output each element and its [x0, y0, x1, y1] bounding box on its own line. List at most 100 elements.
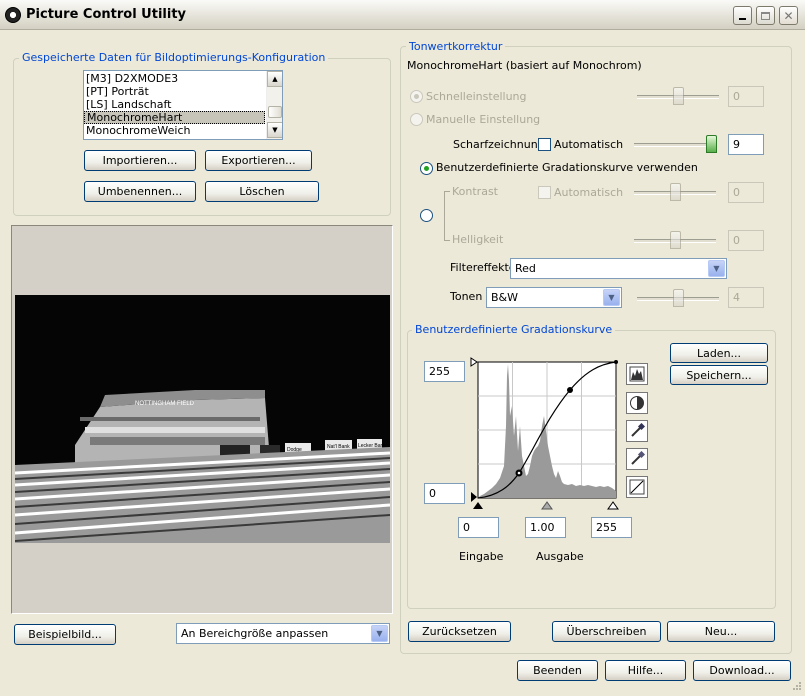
minimize-icon	[739, 18, 746, 20]
rename-button[interactable]: Umbenennen...	[84, 181, 196, 202]
contrast-brightness-radio[interactable]	[420, 209, 433, 222]
input-label: Eingabe	[459, 550, 504, 563]
scroll-down-icon[interactable]: ▼	[267, 122, 282, 138]
sharpen-slider-thumb[interactable]	[706, 135, 717, 153]
sharpen-auto-label: Automatisch	[554, 138, 624, 151]
input-min-field[interactable]: 0	[458, 517, 499, 538]
contrast-value-field[interactable]: 0	[728, 182, 764, 203]
contrast-auto-label: Automatisch	[554, 186, 624, 199]
download-button[interactable]: Download...	[693, 660, 791, 681]
output-max-marker[interactable]	[470, 357, 478, 367]
white-point-picker-button[interactable]	[626, 448, 648, 470]
list-item[interactable]: [M3] D2XMODE3	[84, 72, 265, 85]
toning-select-value: B&W	[491, 291, 519, 304]
filter-select-value: Red	[515, 262, 536, 275]
sample-image-button[interactable]: Beispielbild...	[14, 624, 116, 645]
quick-adjust-radio[interactable]	[410, 90, 423, 103]
filter-select[interactable]: Red ▼	[510, 258, 727, 279]
brightness-value-field[interactable]: 0	[728, 230, 764, 251]
manual-adjust-radio[interactable]	[410, 113, 423, 126]
maximize-button[interactable]	[756, 6, 775, 25]
quick-slider-thumb[interactable]	[673, 87, 684, 105]
app-icon	[5, 7, 21, 23]
overwrite-button[interactable]: Überschreiben	[552, 621, 661, 642]
gamma-marker[interactable]	[541, 501, 553, 510]
saved-settings-title: Gespeicherte Daten für Bildoptimierungs-…	[19, 51, 329, 64]
curve-point-2[interactable]	[567, 387, 573, 393]
brightness-slider-thumb[interactable]	[670, 231, 681, 249]
list-item[interactable]: [PT] Porträt	[84, 85, 265, 98]
maximize-icon	[761, 11, 770, 20]
input-min-marker[interactable]	[473, 502, 483, 509]
contrast-tool-button[interactable]	[626, 392, 648, 414]
sharpen-value-field[interactable]: 9	[728, 134, 764, 155]
sharpen-label: Scharfzeichnung	[453, 138, 545, 151]
input-max-field[interactable]: 255	[591, 517, 632, 538]
preview-area: NOTTINGHAM FIELD Dodge Nat'l Bank Lecker…	[11, 225, 393, 614]
gamma-field[interactable]: 1.00	[525, 517, 566, 538]
list-item[interactable]: [LS] Landschaft	[84, 98, 265, 111]
contrast-auto-checkbox[interactable]	[538, 186, 551, 199]
saved-settings-list[interactable]: [M3] D2XMODE3 [PT] Porträt [LS] Landschaft…	[83, 70, 283, 140]
list-item[interactable]: MonochromeWeich	[84, 124, 265, 137]
chevron-down-icon[interactable]: ▼	[371, 625, 388, 642]
contrast-label: Kontrast	[452, 185, 498, 198]
tone-curve-graph[interactable]	[468, 356, 623, 512]
curve-group-title: Benutzerdefinierte Gradationskurve	[412, 323, 616, 336]
help-button[interactable]: Hilfe...	[605, 660, 686, 681]
import-button[interactable]: Importieren...	[84, 150, 196, 171]
manual-adjust-label: Manuelle Einstellung	[426, 113, 541, 126]
quick-value-field[interactable]: 0	[728, 86, 764, 107]
delete-button[interactable]: Löschen	[205, 181, 319, 202]
base-profile-text: MonochromeHart (basiert auf Monochrom)	[407, 59, 642, 72]
black-point-picker-button[interactable]	[626, 420, 648, 442]
list-item[interactable]: MonochromeHart	[84, 111, 265, 124]
sharpen-slider-track[interactable]	[634, 143, 716, 147]
curve-point-end[interactable]	[614, 360, 618, 364]
chevron-down-icon[interactable]: ▼	[603, 289, 620, 306]
eyedropper-icon	[631, 423, 645, 437]
toning-slider-thumb[interactable]	[673, 289, 684, 307]
export-button[interactable]: Exportieren...	[205, 150, 312, 171]
contrast-icon	[630, 396, 644, 410]
resize-grip-icon[interactable]	[790, 681, 802, 693]
toning-value-field[interactable]: 4	[728, 287, 764, 308]
scroll-thumb[interactable]	[268, 106, 282, 118]
close-button[interactable]: ✕	[779, 6, 798, 25]
chevron-down-icon[interactable]: ▼	[708, 260, 725, 277]
list-scrollbar[interactable]: ▲ ▼	[266, 71, 282, 139]
fit-select-value: An Bereichgröße anpassen	[181, 627, 329, 640]
input-max-marker[interactable]	[607, 501, 619, 510]
quick-adjust-label: Schnelleinstellung	[426, 90, 527, 103]
title-bar: Picture Control Utility ✕	[0, 0, 805, 30]
bracket	[444, 191, 450, 241]
linear-curve-icon	[629, 479, 645, 495]
minimize-button[interactable]	[733, 6, 752, 25]
sharpen-auto-checkbox[interactable]	[538, 138, 551, 151]
quit-button[interactable]: Beenden	[517, 660, 598, 681]
reset-curve-button[interactable]	[626, 476, 648, 498]
window-title: Picture Control Utility	[26, 7, 187, 22]
filter-label: Filtereffekte	[450, 261, 516, 274]
toning-label: Tonen	[450, 290, 483, 303]
save-curve-button[interactable]: Speichern...	[670, 365, 768, 385]
output-min-field[interactable]: 0	[424, 483, 465, 504]
close-icon: ✕	[783, 8, 794, 23]
stadium-sign: NOTTINGHAM FIELD	[135, 401, 195, 407]
custom-curve-radio[interactable]	[420, 162, 433, 175]
histogram-toggle-button[interactable]	[626, 363, 648, 385]
load-curve-button[interactable]: Laden...	[670, 343, 768, 363]
preview-image: NOTTINGHAM FIELD Dodge Nat'l Bank Lecker…	[15, 295, 390, 543]
new-button[interactable]: Neu...	[667, 621, 775, 642]
contrast-slider-thumb[interactable]	[670, 183, 681, 201]
custom-curve-label: Benutzerdefinierte Gradationskurve verwe…	[436, 161, 698, 174]
brightness-label: Helligkeit	[452, 233, 504, 246]
scroll-up-icon[interactable]: ▲	[267, 71, 282, 87]
toning-select[interactable]: B&W ▼	[486, 287, 622, 308]
output-max-field[interactable]: 255	[424, 361, 465, 382]
reset-button[interactable]: Zurücksetzen	[408, 621, 511, 642]
output-min-marker[interactable]	[471, 492, 477, 502]
output-label: Ausgabe	[536, 550, 584, 563]
histogram-icon	[629, 366, 645, 382]
fit-select[interactable]: An Bereichgröße anpassen ▼	[176, 623, 390, 644]
